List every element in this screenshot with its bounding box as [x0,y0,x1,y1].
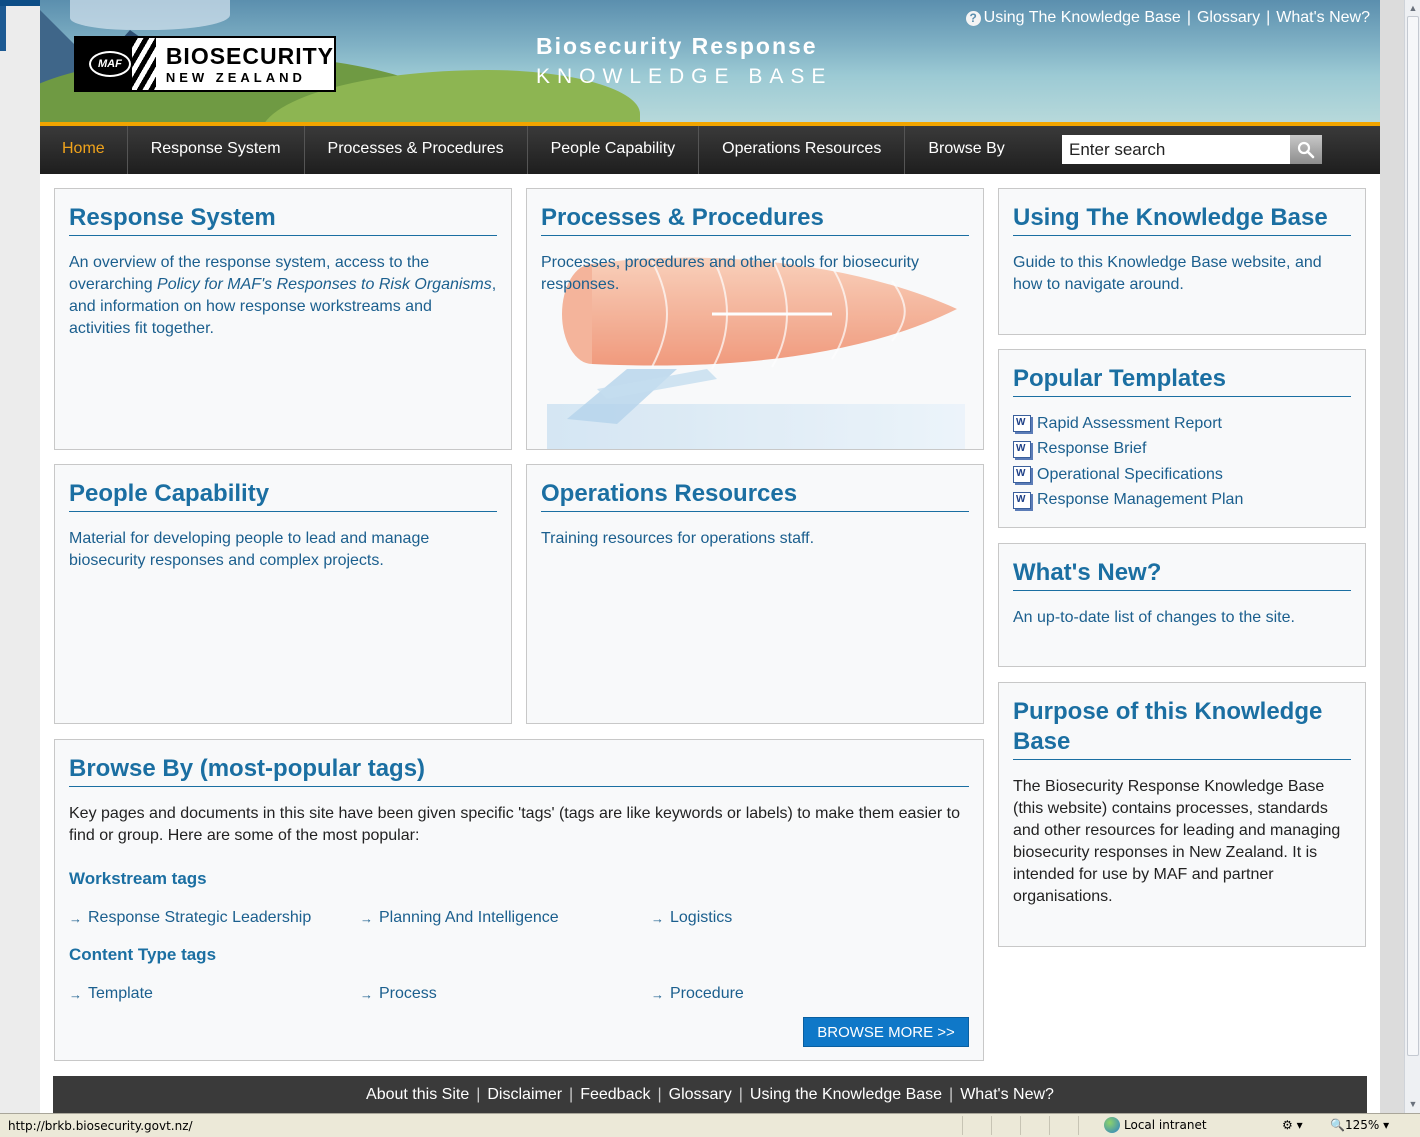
nav-browse-by[interactable]: Browse By [905,126,1027,174]
zoom-icon: 🔍 [1330,1118,1345,1132]
nav-operations-resources[interactable]: Operations Resources [699,126,906,174]
arrow-right-icon: → [360,986,373,1002]
workstream-tags: → Response Strategic Leadership → Planning… [69,909,969,927]
template-list: Rapid Assessment Report Response Brief O… [1013,411,1351,513]
operations-resources-description: Training resources for operations staff. [541,530,815,547]
main-content: Response System An overview of the respo… [40,174,1380,1074]
tag-link[interactable]: → Process [360,985,651,1003]
site-title-line1: Biosecurity Response [536,33,818,59]
word-document-icon [1013,466,1031,484]
help-icon: ? [965,10,981,26]
footer-link-about[interactable]: About this Site [366,1086,469,1104]
whats-new-description: An up-to-date list of changes to the sit… [1013,609,1295,626]
footer-link-disclaimer[interactable]: Disclaimer [487,1086,562,1104]
search-button[interactable] [1290,135,1322,164]
using-kb-heading[interactable]: Using The Knowledge Base [1013,203,1351,236]
nav-response-system[interactable]: Response System [128,126,305,174]
nav-people-capability[interactable]: People Capability [528,126,700,174]
processes-procedures-heading[interactable]: Processes & Procedures [541,203,969,236]
tag-link[interactable]: → Planning And Intelligence [360,909,651,927]
operations-resources-heading[interactable]: Operations Resources [541,479,969,512]
logo-main-text: BIOSECURITY [165,42,334,69]
footer-link-feedback[interactable]: Feedback [580,1086,650,1104]
purpose-panel: Purpose of this Knowledge Base The Biose… [998,682,1366,947]
template-item[interactable]: Operational Specifications [1013,462,1351,488]
tag-link[interactable]: → Template [69,985,360,1003]
scroll-up-arrow-icon[interactable]: ▲ [1408,3,1418,13]
footer-link-glossary[interactable]: Glossary [669,1086,732,1104]
people-capability-heading[interactable]: People Capability [69,479,497,512]
popular-templates-heading: Popular Templates [1013,364,1351,397]
template-item[interactable]: Response Brief [1013,437,1351,463]
browse-by-heading[interactable]: Browse By (most-popular tags) [69,754,969,787]
using-kb-description: Guide to this Knowledge Base website, an… [1013,254,1322,293]
top-link-glossary[interactable]: Glossary [1197,9,1260,27]
template-item[interactable]: Rapid Assessment Report [1013,411,1351,437]
status-url: http://brkb.biosecurity.govt.nz/ [8,1119,193,1133]
site-title: Biosecurity Response KNOWLEDGE BASE [536,33,832,89]
site-title-line2: KNOWLEDGE BASE [536,65,833,88]
window-left-edge [0,0,40,1113]
top-links: ? Using The Knowledge Base | Glossary | … [965,9,1370,27]
workstream-tags-heading: Workstream tags [69,869,207,888]
intranet-globe-icon [1104,1117,1120,1133]
purpose-heading: Purpose of this Knowledge Base [1013,697,1351,760]
search-input[interactable] [1062,135,1290,164]
response-system-description: An overview of the response system, acce… [69,254,497,337]
zoom-level[interactable]: 🔍125% ▾ [1330,1118,1389,1132]
security-zone[interactable]: Local intranet [1104,1117,1207,1133]
browser-status-bar: http://brkb.biosecurity.govt.nz/ Local i… [0,1113,1420,1137]
scrollbar-thumb[interactable] [1407,16,1419,1056]
protected-mode-icon[interactable]: ⚙ ▾ [1282,1118,1303,1132]
search-box [1062,135,1322,164]
word-document-icon [1013,491,1031,509]
nav-processes-procedures[interactable]: Processes & Procedures [305,126,528,174]
popular-templates-panel: Popular Templates Rapid Assessment Repor… [998,349,1366,528]
logo-sub-text: NEW ZEALAND [165,69,306,85]
site-footer: About this Site | Disclaimer | Feedback | G… [53,1076,1367,1113]
arrow-right-icon: → [360,910,373,926]
search-icon [1297,141,1315,158]
arrow-right-icon: → [69,910,82,926]
tag-link[interactable]: → Logistics [651,909,942,927]
processes-procedures-description: Processes, procedures and other tools fo… [541,254,919,293]
maf-badge: MAF [76,38,156,90]
top-link-using-kb[interactable]: Using The Knowledge Base [984,9,1181,27]
whats-new-panel: What's New? An up-to-date list of change… [998,543,1366,667]
vertical-scrollbar[interactable]: ▲ ▼ [1404,0,1420,1113]
response-system-panel: Response System An overview of the respo… [54,188,512,450]
tag-link[interactable]: → Response Strategic Leadership [69,909,360,927]
site-header: MAF BIOSECURITY NEW ZEALAND Biosecurity … [40,0,1380,126]
people-capability-description: Material for developing people to lead a… [69,530,430,569]
people-capability-panel: People Capability Material for developin… [54,464,512,724]
browse-by-panel: Browse By (most-popular tags) Key pages … [54,739,984,1061]
purpose-description: The Biosecurity Response Knowledge Base … [1013,778,1341,905]
content-type-tags: → Template → Process → Procedure [69,985,969,1003]
content-type-tags-heading: Content Type tags [69,945,217,964]
policy-link[interactable]: Policy for MAF's Responses to Risk Organ… [157,276,492,293]
top-link-whats-new[interactable]: What's New? [1276,9,1370,27]
processes-procedures-panel: Processes & Procedures Processes, proced… [526,188,984,450]
browse-by-description: Key pages and documents in this site hav… [69,805,961,844]
word-document-icon [1013,440,1031,458]
word-document-icon [1013,415,1031,433]
tag-link[interactable]: → Procedure [651,985,942,1003]
footer-link-whats-new[interactable]: What's New? [960,1086,1054,1104]
main-navigation: Home Response System Processes & Procedu… [40,126,1380,174]
scroll-down-arrow-icon[interactable]: ▼ [1408,1099,1418,1109]
footer-link-using-kb[interactable]: Using the Knowledge Base [750,1086,942,1104]
browse-more-button[interactable]: BROWSE MORE >> [803,1017,969,1047]
status-cells [962,1116,1107,1135]
nav-home[interactable]: Home [40,126,128,174]
biosecurity-logo[interactable]: MAF BIOSECURITY NEW ZEALAND [74,36,336,92]
arrow-right-icon: → [651,910,664,926]
whats-new-heading[interactable]: What's New? [1013,558,1351,591]
arrow-right-icon: → [69,986,82,1002]
using-kb-panel: Using The Knowledge Base Guide to this K… [998,188,1366,335]
operations-resources-panel: Operations Resources Training resources … [526,464,984,724]
template-item[interactable]: Response Management Plan [1013,488,1351,514]
page: MAF BIOSECURITY NEW ZEALAND Biosecurity … [40,0,1380,1113]
response-system-heading[interactable]: Response System [69,203,497,236]
arrow-right-icon: → [651,986,664,1002]
